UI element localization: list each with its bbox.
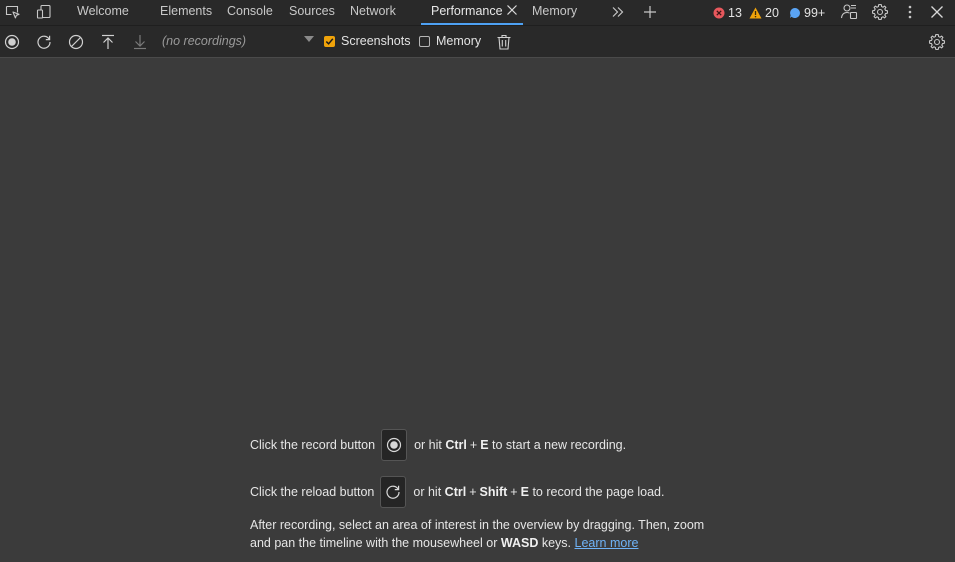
- close-tab-icon[interactable]: [505, 3, 519, 17]
- errors-count: 13: [728, 6, 742, 20]
- clear-icon[interactable]: [66, 32, 86, 52]
- shortcut-key: Ctrl: [445, 438, 467, 452]
- issues-count: 99+: [804, 6, 826, 20]
- screenshots-checkbox[interactable]: [324, 35, 335, 47]
- tab-memory[interactable]: Memory: [532, 0, 577, 25]
- tab-welcome[interactable]: Welcome: [77, 0, 129, 25]
- plus-sign: +: [469, 485, 477, 499]
- more-tabs-icon[interactable]: [607, 2, 629, 22]
- active-tab-indicator: [421, 23, 523, 25]
- learn-more-link[interactable]: Learn more: [575, 536, 639, 550]
- settings-icon[interactable]: [869, 2, 891, 22]
- devtools-tab-bar: Welcome Elements Console Sources Network…: [0, 0, 955, 26]
- customize-icon[interactable]: [838, 2, 860, 22]
- device-toolbar-icon[interactable]: [33, 2, 55, 22]
- tab-label: Sources: [289, 4, 335, 18]
- devtools-window: Welcome Elements Console Sources Network…: [0, 0, 955, 562]
- screenshots-checkbox-row[interactable]: Screenshots: [324, 34, 410, 48]
- tab-label: Console: [227, 4, 273, 18]
- issues-icon: [790, 8, 800, 18]
- shortcut-key: E: [480, 438, 489, 452]
- reload-button[interactable]: [380, 476, 407, 508]
- plus-sign: +: [469, 438, 478, 452]
- dropdown-icon[interactable]: [304, 36, 314, 42]
- add-tab-icon[interactable]: [639, 2, 661, 22]
- trash-icon[interactable]: [494, 32, 514, 52]
- landing-message: Click the record button or hit Ctrl + E to…: [250, 428, 710, 552]
- more-options-icon[interactable]: [899, 2, 921, 22]
- performance-toolbar: (no recordings) Screenshots Memory: [0, 26, 955, 58]
- screenshots-label: Screenshots: [341, 34, 411, 48]
- issues-counter[interactable]: 99+: [789, 4, 825, 22]
- tab-label: Performance: [431, 4, 503, 18]
- shortcut-key: Shift: [479, 485, 508, 499]
- recording-help-text: After recording, select an area of inter…: [250, 516, 710, 552]
- memory-checkbox[interactable]: [419, 35, 430, 47]
- record-instruction-suffix: to start a new recording.: [492, 438, 627, 452]
- warnings-counter[interactable]: 20: [749, 4, 779, 22]
- tab-network[interactable]: Network: [350, 0, 396, 25]
- record-icon[interactable]: [2, 32, 22, 52]
- tab-sources[interactable]: Sources: [289, 0, 335, 25]
- recordings-select[interactable]: (no recordings): [162, 34, 246, 48]
- capture-settings-icon[interactable]: [927, 32, 947, 52]
- load-profile-icon[interactable]: [98, 32, 118, 52]
- reload-instruction-middle: or hit: [413, 485, 442, 499]
- tab-elements[interactable]: Elements: [160, 0, 212, 25]
- record-icon: [386, 437, 402, 453]
- plus-sign: +: [510, 485, 518, 499]
- shortcut-key: E: [520, 485, 529, 499]
- tab-console[interactable]: Console: [227, 0, 273, 25]
- tab-label: Welcome: [77, 4, 129, 18]
- warning-icon: [749, 7, 762, 19]
- tab-performance[interactable]: Performance: [421, 0, 523, 25]
- checkmark-icon: [325, 37, 334, 45]
- record-instruction-prefix: Click the record button: [250, 438, 376, 452]
- reload-icon: [386, 485, 400, 499]
- memory-checkbox-row[interactable]: Memory: [419, 34, 481, 48]
- reload-instruction-prefix: Click the reload button: [250, 485, 375, 499]
- shortcut-key: Ctrl: [444, 485, 467, 499]
- close-devtools-icon[interactable]: [926, 2, 948, 22]
- error-icon: [713, 7, 725, 19]
- errors-counter[interactable]: 13: [713, 4, 742, 22]
- warnings-count: 20: [765, 6, 779, 20]
- reload-record-icon[interactable]: [34, 32, 54, 52]
- reload-instruction: Click the reload button or hit Ctrl + Shif…: [250, 475, 710, 509]
- reload-instruction-suffix: to record the page load.: [532, 485, 665, 499]
- tab-label: Network: [350, 4, 396, 18]
- inspect-element-icon[interactable]: [2, 2, 24, 22]
- tab-label: Memory: [532, 4, 578, 18]
- recordings-placeholder: (no recordings): [162, 34, 247, 48]
- record-instruction-middle: or hit: [414, 438, 442, 452]
- shortcut-key: WASD: [500, 536, 539, 550]
- tab-label: Elements: [160, 4, 213, 18]
- record-button[interactable]: [381, 429, 408, 461]
- help-text-part2: keys.: [541, 536, 572, 550]
- record-instruction: Click the record button or hit Ctrl + E to…: [250, 428, 710, 462]
- save-profile-icon[interactable]: [130, 32, 150, 52]
- memory-label: Memory: [436, 34, 482, 48]
